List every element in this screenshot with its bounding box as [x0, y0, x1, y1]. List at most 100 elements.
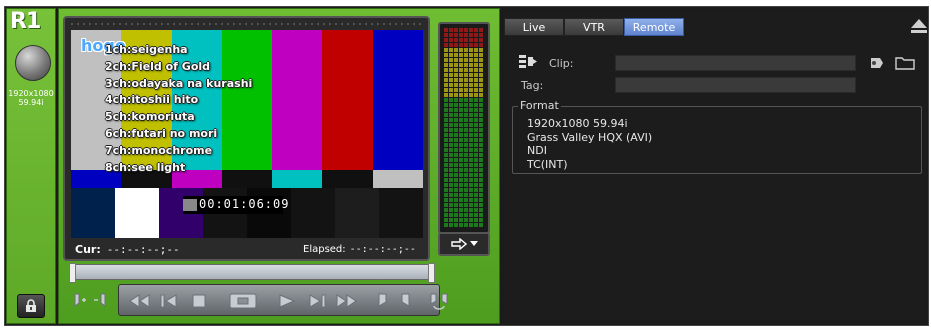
color-bar-bottom-1 [115, 188, 159, 238]
meter-cell [469, 73, 473, 77]
meter-cell [474, 153, 478, 157]
elapsed-time-value: --:--:--;-- [349, 244, 416, 255]
meter-cell [449, 58, 453, 62]
seek-bar[interactable] [69, 263, 435, 283]
meter-cell [479, 133, 483, 137]
meter-cell [464, 98, 468, 102]
color-bar-bottom-6 [335, 188, 379, 238]
loop-button[interactable] [426, 288, 452, 314]
seek-in-handle[interactable] [69, 263, 76, 283]
meter-cell [449, 173, 453, 177]
meter-cell [479, 143, 483, 147]
meter-cell [469, 158, 473, 162]
meter-cell [459, 108, 463, 112]
meter-cell [469, 198, 473, 202]
meter-cell [449, 118, 453, 122]
meter-cell [464, 63, 468, 67]
meter-cell [464, 123, 468, 127]
tag-label: Tag: [521, 79, 544, 92]
meter-cell [449, 38, 453, 42]
meter-cell [474, 28, 478, 32]
meter-cell [469, 88, 473, 92]
record-button[interactable] [226, 288, 260, 314]
meter-cell [469, 58, 473, 62]
audio-level-meter [438, 22, 490, 234]
meter-cell [459, 123, 463, 127]
meter-cell [474, 178, 478, 182]
tab-live[interactable]: Live [504, 18, 564, 36]
meter-cell [449, 43, 453, 47]
meter-cell [459, 68, 463, 72]
channel-format-rate: 59.94i [18, 98, 44, 107]
meter-cell [464, 93, 468, 97]
meter-cell [444, 168, 448, 172]
meter-cell [454, 123, 458, 127]
meter-cell [459, 168, 463, 172]
eject-button[interactable] [910, 18, 928, 34]
meter-cell [464, 118, 468, 122]
meter-cell [479, 48, 483, 52]
meter-cell [469, 53, 473, 57]
meter-cell [464, 108, 468, 112]
meter-cell [454, 103, 458, 107]
meter-cell [459, 78, 463, 82]
color-bar-top-5 [322, 30, 373, 170]
meter-cell [464, 48, 468, 52]
format-line: NDI [527, 144, 547, 157]
tab-remote[interactable]: Remote [624, 18, 684, 36]
tag-field[interactable] [615, 77, 856, 93]
meter-cell [469, 103, 473, 107]
meter-cell [469, 163, 473, 167]
meter-cell [454, 178, 458, 182]
fast-forward-button[interactable] [332, 288, 362, 314]
mark-in-button[interactable] [374, 288, 392, 314]
meter-cell [464, 88, 468, 92]
clip-label: Clip: [549, 57, 574, 70]
step-back-button[interactable] [156, 288, 182, 314]
meter-cell [444, 93, 448, 97]
tab-vtr[interactable]: VTR [564, 18, 624, 36]
clip-pin-button[interactable] [868, 55, 884, 74]
meter-cell [444, 178, 448, 182]
current-time-value: --:--:--;-- [106, 243, 180, 256]
meter-cell [474, 73, 478, 77]
meter-cell [444, 113, 448, 117]
meter-cell [464, 103, 468, 107]
rewind-button[interactable] [124, 288, 154, 314]
meter-cell [464, 43, 468, 47]
meter-cell [444, 108, 448, 112]
browse-folder-button[interactable] [895, 55, 915, 74]
arrow-right-icon [450, 238, 467, 250]
meter-cell [449, 128, 453, 132]
stop-button[interactable] [186, 288, 212, 314]
mark-out-button[interactable] [396, 288, 414, 314]
meter-cell [454, 53, 458, 57]
meter-cell [454, 58, 458, 62]
meter-cell [459, 48, 463, 52]
meter-cell [469, 123, 473, 127]
lock-button[interactable] [17, 294, 45, 318]
clip-field[interactable] [615, 55, 856, 71]
meter-cell [454, 93, 458, 97]
meter-cell [479, 213, 483, 217]
meter-cell [464, 223, 468, 227]
meter-cell [444, 83, 448, 87]
seek-out-handle[interactable] [428, 263, 435, 283]
mark-in-out-icon [74, 293, 106, 307]
meter-cell [474, 118, 478, 122]
meter-cell [479, 193, 483, 197]
mark-in-out-button[interactable] [70, 288, 110, 314]
play-button[interactable] [274, 288, 300, 314]
meter-cell [474, 53, 478, 57]
meter-cell [449, 148, 453, 152]
format-group-label: Format [518, 99, 561, 112]
meter-cell [459, 203, 463, 207]
meter-cell [449, 208, 453, 212]
meter-cell [449, 168, 453, 172]
step-forward-button[interactable] [304, 288, 330, 314]
step-forward-icon [309, 294, 326, 308]
meter-cell [479, 108, 483, 112]
meter-cell [479, 198, 483, 202]
output-route-dropdown[interactable] [438, 232, 490, 256]
meter-cell [449, 223, 453, 227]
